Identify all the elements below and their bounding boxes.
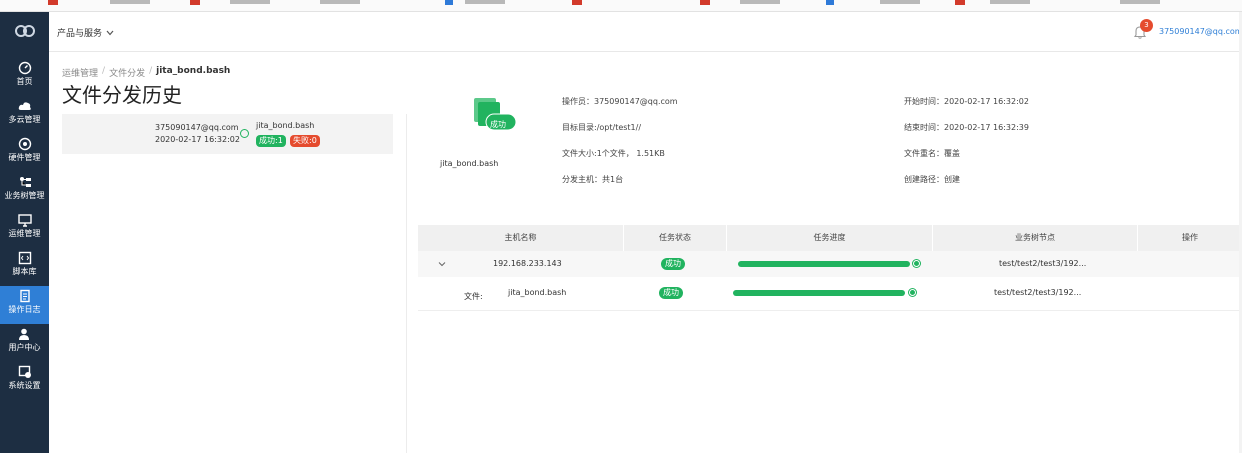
bookmark-item[interactable] xyxy=(465,0,505,4)
sidebar-item-ops[interactable]: 运维管理 xyxy=(0,210,49,248)
sidebar: 首页 多云管理 硬件管理 业务树管理 运维管理 脚本库 操作日志 用户中心 系统… xyxy=(0,12,49,453)
sidebar-item-label: 业务树管理 xyxy=(4,191,45,200)
sidebar-item-label: 首页 xyxy=(16,77,33,86)
bookmark-icon[interactable] xyxy=(826,0,834,5)
user-icon xyxy=(18,328,29,340)
start-time-info: 开始时间：2020-02-17 16:32:02 xyxy=(904,97,1029,106)
logo-icon[interactable] xyxy=(14,22,36,40)
chevron-down-icon xyxy=(106,30,114,35)
history-record-item[interactable]: 375090147@qq.com 2020-02-17 16:32:02 jit… xyxy=(62,114,393,154)
record-time: 2020-02-17 16:32:02 xyxy=(155,135,240,144)
rename-info: 文件重名：覆盖 xyxy=(904,149,960,158)
sidebar-item-label: 硬件管理 xyxy=(8,153,41,162)
col-progress: 任务进度 xyxy=(727,225,933,251)
host-name: 192.168.233.143 xyxy=(493,259,562,268)
col-host: 主机名称 xyxy=(418,225,624,251)
products-services-menu[interactable]: 产品与服务 xyxy=(57,26,114,39)
tree-icon xyxy=(19,177,31,187)
notification-badge: 3 xyxy=(1140,19,1153,32)
bookmark-icon[interactable] xyxy=(700,0,710,5)
create-path-info: 创建路径：创建 xyxy=(904,175,960,184)
breadcrumb-separator: / xyxy=(149,66,153,76)
cloud-icon xyxy=(18,102,31,110)
sidebar-item-home[interactable]: 首页 xyxy=(0,58,49,96)
col-node: 业务树节点 xyxy=(933,225,1138,251)
bookmark-item[interactable] xyxy=(990,0,1030,4)
detail-file-name: jita_bond.bash xyxy=(440,159,499,168)
breadcrumb: 运维管理 / 文件分发 / jita_bond.bash xyxy=(62,66,230,79)
monitor-icon xyxy=(17,214,32,227)
col-actions: 操作 xyxy=(1182,233,1198,242)
bookmark-icon[interactable] xyxy=(48,0,58,5)
sidebar-item-usercenter[interactable]: 用户中心 xyxy=(0,324,49,362)
hardware-icon xyxy=(18,137,31,151)
sidebar-item-multicloud[interactable]: 多云管理 xyxy=(0,96,49,134)
table-header: 主机名称 任务状态 任务进度 业务树节点 操作 xyxy=(418,225,1242,251)
progress-dot-icon xyxy=(909,289,916,296)
sidebar-item-biztree[interactable]: 业务树管理 xyxy=(0,172,49,210)
breadcrumb-file-dist[interactable]: 文件分发 xyxy=(109,66,145,79)
success-count-tag: 成功:1 xyxy=(256,135,286,147)
table-row[interactable]: 192.168.233.143 成功 test/test2/test3/192.… xyxy=(418,251,1242,277)
status-dot-icon xyxy=(240,129,249,138)
end-time-info: 结束时间：2020-02-17 16:32:39 xyxy=(904,123,1029,132)
sidebar-item-label: 操作日志 xyxy=(8,305,41,314)
hosts-info: 分发主机：共1台 xyxy=(562,175,624,184)
record-file-name: jita_bond.bash xyxy=(256,121,315,130)
dashboard-icon xyxy=(18,61,31,75)
expand-chevron-icon[interactable] xyxy=(438,260,446,268)
bookmark-icon[interactable] xyxy=(572,0,582,5)
operator-info: 操作员：375090147@qq.com xyxy=(562,97,678,106)
products-services-label: 产品与服务 xyxy=(57,29,103,39)
page-title: 文件分发历史 xyxy=(62,83,182,107)
target-dir-info: 目标目录:/opt/test1// xyxy=(562,123,642,132)
record-user: 375090147@qq.com xyxy=(155,123,239,132)
breadcrumb-current: jita_bond.bash xyxy=(156,66,231,76)
file-size-info: 文件大小:1个文件， 1.51KB xyxy=(562,149,665,158)
bookmark-icon[interactable] xyxy=(190,0,200,5)
bookmark-item[interactable] xyxy=(1120,0,1160,4)
col-status: 任务状态 xyxy=(624,225,727,251)
sidebar-item-hardware[interactable]: 硬件管理 xyxy=(0,134,49,172)
bookmark-item[interactable] xyxy=(110,0,150,4)
sidebar-item-oplog[interactable]: 操作日志 xyxy=(0,286,49,324)
settings-icon xyxy=(18,365,31,378)
sidebar-item-label: 用户中心 xyxy=(8,343,41,352)
sidebar-item-label: 运维管理 xyxy=(8,229,41,238)
panel-divider xyxy=(406,114,407,453)
breadcrumb-ops[interactable]: 运维管理 xyxy=(62,66,98,79)
bookmark-item[interactable] xyxy=(230,0,270,4)
user-account-link[interactable]: 375090147@qq.com xyxy=(1159,27,1242,36)
progress-bar xyxy=(733,290,905,296)
status-badge: 成功 xyxy=(661,258,685,270)
sidebar-item-label: 脚本库 xyxy=(12,267,37,276)
status-badge: 成功 xyxy=(659,287,683,299)
table-row[interactable]: 文件: jita_bond.bash 成功 test/test2/test3/1… xyxy=(418,277,1242,311)
bookmark-item[interactable] xyxy=(880,0,920,4)
progress-bar xyxy=(738,261,910,267)
log-icon xyxy=(19,289,30,303)
top-header: 产品与服务 3 375090147@qq.com xyxy=(49,12,1242,52)
tree-node: test/test2/test3/192... xyxy=(999,259,1087,268)
bookmark-item[interactable] xyxy=(740,0,780,4)
file-label: 文件: xyxy=(464,292,483,301)
file-status-label: 成功 xyxy=(490,120,506,129)
tree-node: test/test2/test3/192... xyxy=(994,288,1082,297)
sidebar-item-scripts[interactable]: 脚本库 xyxy=(0,248,49,286)
script-icon xyxy=(18,251,31,265)
browser-bookmarks-bar xyxy=(0,0,1242,12)
fail-count-tag: 失败:0 xyxy=(290,135,320,147)
sidebar-item-settings[interactable]: 系统设置 xyxy=(0,362,49,400)
bookmark-icon[interactable] xyxy=(445,0,453,5)
row-file-name: jita_bond.bash xyxy=(508,288,567,297)
sidebar-item-label: 多云管理 xyxy=(8,115,41,124)
sidebar-item-label: 系统设置 xyxy=(8,381,41,390)
bookmark-icon[interactable] xyxy=(955,0,965,5)
breadcrumb-separator: / xyxy=(102,66,106,76)
bookmark-item[interactable] xyxy=(320,0,360,4)
progress-dot-icon xyxy=(913,260,920,267)
